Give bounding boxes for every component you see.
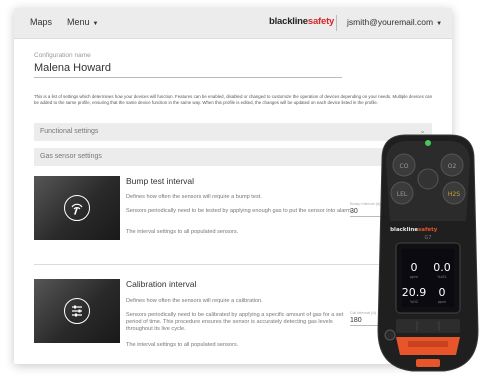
configuration-name-label: Configuration name xyxy=(34,52,91,59)
bump-test-desc-2: Sensors periodically need to be tested b… xyxy=(126,208,353,214)
user-account-dropdown[interactable]: jsmith@youremail.com ▼ xyxy=(347,17,442,27)
bump-test-title: Bump test interval xyxy=(126,176,195,186)
nav-divider xyxy=(336,15,337,31)
brand-logo: blacklinesafety xyxy=(269,16,334,27)
nav-maps-link[interactable]: Maps xyxy=(30,17,52,27)
brand-logo-accent: safety xyxy=(307,16,335,27)
reading-1: 0 xyxy=(411,261,418,274)
device-brand-main: blackline xyxy=(390,227,418,233)
section-label: Functional settings xyxy=(40,128,99,135)
calibration-desc-3: The interval settings to all populated s… xyxy=(126,342,239,348)
device-brand-accent: safety xyxy=(418,227,438,233)
sensor-label-co: CO xyxy=(400,163,409,170)
calibration-desc-1: Defines how often the sensors will requi… xyxy=(126,298,263,304)
top-navbar: Maps Menu ▼ blacklinesafety jsmith@yourem… xyxy=(14,8,452,39)
nav-menu-label: Menu xyxy=(67,17,90,27)
section-label: Gas sensor settings xyxy=(40,153,102,160)
reading-4: 0 xyxy=(439,286,446,299)
profile-description: This is a list of settings which determi… xyxy=(34,94,433,105)
calibration-thumbnail xyxy=(34,279,120,343)
sensor-label-o2: O2 xyxy=(448,163,457,170)
bump-test-desc-1: Defines how often the sensors will requi… xyxy=(126,194,262,200)
sensor-label-lel: LEL xyxy=(397,191,408,198)
calibration-title: Calibration interval xyxy=(126,279,197,289)
chevron-down-icon: ▼ xyxy=(436,21,443,27)
unit-4: ppm xyxy=(438,300,446,304)
chevron-down-icon: ▼ xyxy=(92,21,99,27)
user-email: jsmith@youremail.com xyxy=(347,17,434,27)
gas-detector-device: CO O2 LEL H2S blackline safety G7 0 0.0 … xyxy=(377,134,479,372)
bump-test-thumbnail xyxy=(34,176,120,240)
unit-2: %LEL xyxy=(437,275,446,279)
unit-3: %O2 xyxy=(410,300,418,304)
sliders-icon xyxy=(64,298,90,324)
sensor-label-h2s: H2S xyxy=(448,191,460,198)
calibration-desc-2: Sensors periodically need to be calibrat… xyxy=(126,312,344,332)
bump-test-desc-3: The interval settings to all populated s… xyxy=(126,229,239,235)
device-model: G7 xyxy=(424,235,431,241)
nav-menu-dropdown[interactable]: Menu ▼ xyxy=(67,17,98,27)
reading-3: 20.9 xyxy=(402,286,427,299)
gas-bump-icon xyxy=(64,195,90,221)
reading-2: 0.0 xyxy=(433,261,451,274)
unit-1: ppm xyxy=(410,275,418,279)
brand-logo-main: blackline xyxy=(269,16,308,27)
configuration-name-input[interactable]: Malena Howard xyxy=(34,62,342,78)
